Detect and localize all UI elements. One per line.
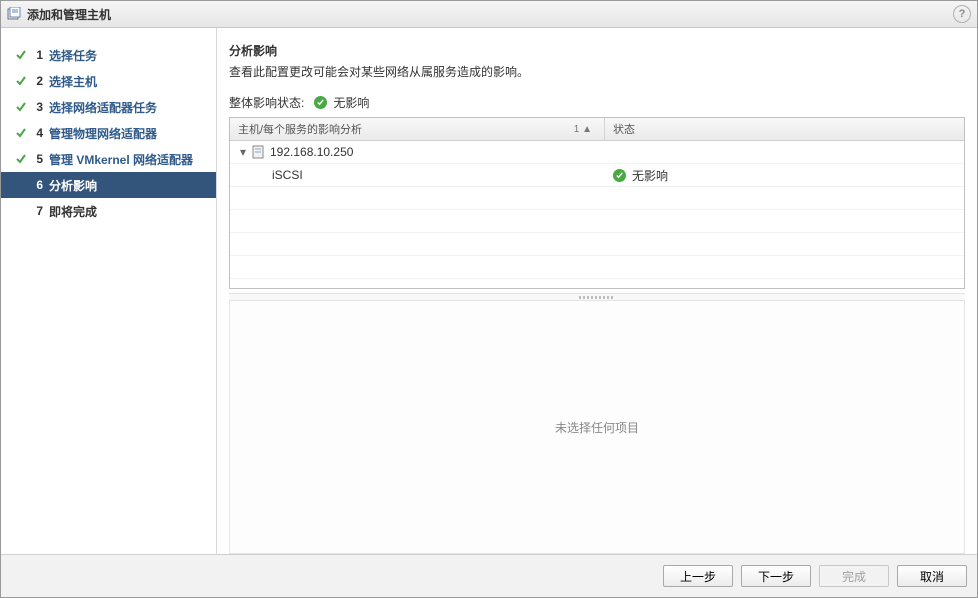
step-label: 管理 VMkernel 网络适配器 — [49, 151, 193, 168]
step-number: 3 — [29, 100, 49, 114]
sort-indicator-icon[interactable]: 1 ▲ — [574, 124, 596, 135]
checkmark-icon — [13, 49, 29, 61]
horizontal-splitter[interactable] — [229, 293, 965, 301]
step-analyze-impact[interactable]: 6 分析影响 — [1, 172, 216, 198]
step-label: 选择网络适配器任务 — [49, 99, 157, 116]
step-number: 1 — [29, 48, 49, 62]
step-number: 7 — [29, 204, 49, 218]
splitter-grip-icon — [579, 296, 615, 299]
checkmark-icon — [13, 127, 29, 139]
overall-status-row: 整体影响状态: 无影响 — [229, 94, 965, 111]
wizard-footer: 上一步 下一步 完成 取消 — [1, 554, 977, 597]
step-number: 5 — [29, 152, 49, 166]
tree-collapse-icon[interactable]: ▾ — [238, 145, 248, 159]
empty-message: 未选择任何项目 — [555, 419, 639, 436]
details-empty-pane: 未选择任何项目 — [229, 301, 965, 554]
step-manage-physical-adapters[interactable]: 4 管理物理网络适配器 — [1, 120, 216, 146]
titlebar: 添加和管理主机 ? — [1, 1, 977, 28]
step-label: 选择主机 — [49, 73, 97, 90]
host-address: 192.168.10.250 — [270, 145, 353, 159]
table-row — [230, 187, 964, 210]
wizard-body: 1 选择任务 2 选择主机 3 选择网络适配器任务 4 管理物理网络适配器 5 — [1, 28, 977, 554]
column-header-label: 主机/每个服务的影响分析 — [238, 121, 362, 137]
step-number: 2 — [29, 74, 49, 88]
back-button[interactable]: 上一步 — [663, 565, 733, 587]
table-row — [230, 210, 964, 233]
host-icon — [252, 145, 264, 159]
page-heading: 分析影响 — [229, 42, 965, 59]
wizard-window: 添加和管理主机 ? 1 选择任务 2 选择主机 3 选择网络适配器任务 4 — [0, 0, 978, 598]
table-header-row: 主机/每个服务的影响分析 1 ▲ 状态 — [230, 118, 964, 141]
wizard-steps-sidebar: 1 选择任务 2 选择主机 3 选择网络适配器任务 4 管理物理网络适配器 5 — [1, 28, 217, 554]
table-row — [230, 279, 964, 288]
cancel-button[interactable]: 取消 — [897, 565, 967, 587]
checkmark-icon — [13, 75, 29, 87]
finish-button: 完成 — [819, 565, 889, 587]
wizard-icon — [7, 7, 21, 21]
table-row[interactable]: ▾ 192.168.10.250 — [230, 141, 964, 164]
column-header-host-service[interactable]: 主机/每个服务的影响分析 1 ▲ — [230, 118, 605, 140]
step-select-task[interactable]: 1 选择任务 — [1, 42, 216, 68]
next-button[interactable]: 下一步 — [741, 565, 811, 587]
checkmark-icon — [13, 101, 29, 113]
ok-icon — [314, 96, 327, 109]
step-select-adapter-tasks[interactable]: 3 选择网络适配器任务 — [1, 94, 216, 120]
window-title: 添加和管理主机 — [27, 6, 111, 23]
column-header-label: 状态 — [613, 121, 635, 137]
step-number: 4 — [29, 126, 49, 140]
table-row — [230, 256, 964, 279]
overall-status-label: 整体影响状态: — [229, 94, 304, 111]
step-label: 选择任务 — [49, 47, 97, 64]
service-name: iSCSI — [272, 168, 303, 182]
page-description: 查看此配置更改可能会对某些网络从属服务造成的影响。 — [229, 63, 965, 80]
ok-icon — [613, 169, 626, 182]
step-label: 即将完成 — [49, 203, 97, 220]
checkmark-icon — [13, 153, 29, 165]
cell-status: 无影响 — [605, 167, 964, 184]
step-label: 分析影响 — [49, 177, 97, 194]
table-row — [230, 233, 964, 256]
step-label: 管理物理网络适配器 — [49, 125, 157, 142]
step-number: 6 — [29, 178, 49, 192]
impact-table: 主机/每个服务的影响分析 1 ▲ 状态 ▾ 192. — [229, 117, 965, 289]
column-header-status[interactable]: 状态 — [605, 118, 964, 140]
table-body: ▾ 192.168.10.250 iSCSI — [230, 141, 964, 288]
status-text: 无影响 — [632, 167, 668, 184]
cell-host: ▾ 192.168.10.250 — [230, 145, 605, 159]
help-icon[interactable]: ? — [953, 5, 971, 23]
step-ready-to-complete[interactable]: 7 即将完成 — [1, 198, 216, 224]
table-row[interactable]: iSCSI 无影响 — [230, 164, 964, 187]
cell-service: iSCSI — [230, 168, 605, 182]
step-select-hosts[interactable]: 2 选择主机 — [1, 68, 216, 94]
wizard-main-panel: 分析影响 查看此配置更改可能会对某些网络从属服务造成的影响。 整体影响状态: 无… — [217, 28, 977, 554]
overall-status-text: 无影响 — [333, 94, 369, 111]
step-manage-vmkernel-adapters[interactable]: 5 管理 VMkernel 网络适配器 — [1, 146, 216, 172]
